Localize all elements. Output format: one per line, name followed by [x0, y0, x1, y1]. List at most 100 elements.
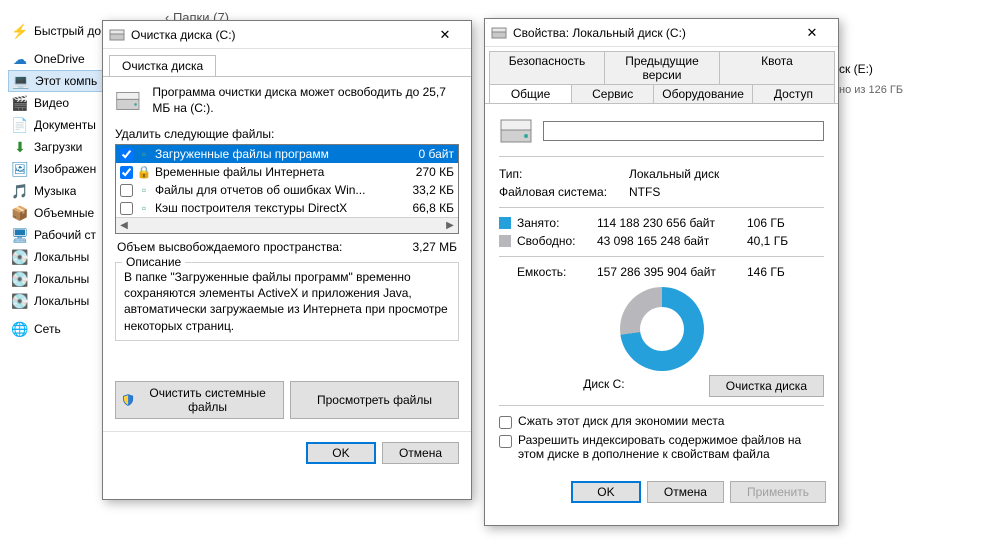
used-bytes: 114 188 230 656 байт — [597, 216, 747, 230]
index-checkbox-row[interactable]: Разрешить индексировать содержимое файло… — [499, 433, 824, 461]
file-checkbox[interactable] — [120, 166, 133, 179]
drive-cleanup-icon — [115, 85, 142, 117]
cleanup-title: Очистка диска (C:) — [131, 28, 425, 42]
file-icon: ▫ — [137, 147, 151, 161]
sidebar-icon: ⚡ — [12, 23, 28, 39]
capacity-label: Емкость: — [517, 265, 597, 279]
file-name: Кэш построителя текстуры DirectX — [155, 201, 390, 215]
file-checkbox[interactable] — [120, 202, 133, 215]
sidebar-icon: 💽 — [12, 293, 28, 309]
file-size: 66,8 КБ — [390, 201, 454, 215]
file-size: 0 байт — [390, 147, 454, 161]
sidebar-label: Загрузки — [34, 140, 82, 154]
sidebar-icon: 🖼 — [12, 161, 28, 177]
sidebar-label: OneDrive — [34, 52, 85, 66]
clean-system-files-button[interactable]: Очистить системные файлы — [115, 381, 284, 419]
cleanup-tabs: Очистка диска — [103, 49, 471, 77]
sidebar-icon: 🎵 — [12, 183, 28, 199]
description-title: Описание — [122, 255, 185, 269]
capacity-gb: 146 ГБ — [747, 265, 807, 279]
file-name: Файлы для отчетов об ошибках Win... — [155, 183, 390, 197]
cleanup-file-list[interactable]: ▫ Загруженные файлы программ0 байт 🔒Времен… — [115, 144, 459, 234]
drive-e-label[interactable]: ск (E:) — [839, 62, 873, 76]
tab-cleanup[interactable]: Очистка диска — [109, 55, 216, 76]
drive-icon — [491, 25, 507, 41]
sidebar-icon: 🌐 — [12, 321, 28, 337]
props-titlebar[interactable]: Свойства: Локальный диск (C:) ✕ — [485, 19, 838, 47]
sidebar-icon: 💻 — [13, 73, 29, 89]
files-to-delete-label: Удалить следующие файлы: — [115, 127, 459, 141]
tab-Общие[interactable]: Общие — [489, 84, 572, 103]
file-row-3[interactable]: ▫Кэш построителя текстуры DirectX66,8 КБ — [116, 199, 458, 217]
file-row-2[interactable]: ▫ Файлы для отчетов об ошибках Win...33,2… — [116, 181, 458, 199]
sidebar-icon: ☁ — [12, 51, 28, 67]
ok-button[interactable]: OK — [306, 442, 376, 464]
file-checkbox[interactable] — [120, 184, 133, 197]
compress-label: Сжать этот диск для экономии места — [518, 414, 724, 428]
index-checkbox[interactable] — [499, 435, 512, 448]
tab-Квота[interactable]: Квота — [719, 51, 835, 84]
sidebar-label: Локальны — [34, 250, 89, 264]
cancel-button[interactable]: Отмена — [647, 481, 724, 503]
file-row-1[interactable]: 🔒Временные файлы Интернета270 КБ — [116, 163, 458, 181]
volume-label-input[interactable] — [543, 121, 824, 141]
file-checkbox[interactable] — [120, 148, 133, 161]
file-row-0[interactable]: ▫ Загруженные файлы программ0 байт — [116, 145, 458, 163]
drive-properties-dialog: Свойства: Локальный диск (C:) ✕ Безопасн… — [484, 18, 839, 526]
fs-value: NTFS — [629, 185, 824, 199]
used-label: Занято: — [517, 216, 597, 230]
sidebar-icon: ⬇ — [12, 139, 28, 155]
close-button[interactable]: ✕ — [425, 24, 465, 46]
description-text: В папке "Загруженные файлы программ" вре… — [124, 269, 450, 334]
type-value: Локальный диск — [629, 167, 824, 181]
sidebar-label: Локальны — [34, 294, 89, 308]
freed-space-value: 3,27 МБ — [412, 240, 457, 254]
compress-checkbox-row[interactable]: Сжать этот диск для экономии места — [499, 414, 824, 429]
free-label: Свободно: — [517, 234, 597, 248]
sidebar-icon: 💽 — [12, 271, 28, 287]
tab-Предыдущие версии[interactable]: Предыдущие версии — [604, 51, 720, 84]
type-label: Тип: — [499, 167, 629, 181]
file-icon: 🔒 — [137, 165, 151, 179]
compress-checkbox[interactable] — [499, 416, 512, 429]
sidebar-label: Объемные — [34, 206, 94, 220]
list-scrollbar[interactable]: ◀▶ — [116, 217, 458, 233]
tab-Оборудование[interactable]: Оборудование — [653, 84, 753, 103]
props-tabs: БезопасностьПредыдущие версииКвота ОбщиеС… — [485, 47, 838, 104]
sidebar-icon: 🖥 — [12, 227, 28, 243]
cleanup-summary: Программа очистки диска может освободить… — [152, 85, 459, 116]
file-size: 33,2 КБ — [390, 183, 454, 197]
clean-system-files-label: Очистить системные файлы — [138, 386, 277, 414]
disk-cleanup-button[interactable]: Очистка диска — [709, 375, 824, 397]
sidebar-label: Локальны — [34, 272, 89, 286]
file-icon: ▫ — [137, 183, 151, 197]
free-color-swatch — [499, 235, 511, 247]
fs-label: Файловая система: — [499, 185, 629, 199]
view-files-button[interactable]: Просмотреть файлы — [290, 381, 459, 419]
ok-button[interactable]: OK — [571, 481, 641, 503]
sidebar-label: Документы — [34, 118, 96, 132]
used-color-swatch — [499, 217, 511, 229]
sidebar-label: Музыка — [34, 184, 76, 198]
used-gb: 106 ГБ — [747, 216, 807, 230]
disk-usage-pie — [620, 287, 704, 371]
close-button[interactable]: ✕ — [792, 22, 832, 44]
sidebar-label: Рабочий ст — [34, 228, 96, 242]
cleanup-titlebar[interactable]: Очистка диска (C:) ✕ — [103, 21, 471, 49]
tab-Сервис[interactable]: Сервис — [571, 84, 654, 103]
sidebar-icon: 📦 — [12, 205, 28, 221]
cancel-button[interactable]: Отмена — [382, 442, 459, 464]
apply-button[interactable]: Применить — [730, 481, 826, 503]
sidebar-label: Видео — [34, 96, 69, 110]
sidebar-icon: 📄 — [12, 117, 28, 133]
sidebar-label: Изображен — [34, 162, 96, 176]
sidebar-label: Сеть — [34, 322, 61, 336]
props-title: Свойства: Локальный диск (C:) — [513, 26, 792, 40]
disk-cleanup-dialog: Очистка диска (C:) ✕ Очистка диска Прогр… — [102, 20, 472, 500]
file-name: Загруженные файлы программ — [155, 147, 390, 161]
pie-label: Диск C: — [499, 377, 709, 391]
freed-space-label: Объем высвобождаемого пространства: — [117, 240, 342, 254]
tab-Безопасность[interactable]: Безопасность — [489, 51, 605, 84]
capacity-bytes: 157 286 395 904 байт — [597, 265, 747, 279]
tab-Доступ[interactable]: Доступ — [752, 84, 835, 103]
